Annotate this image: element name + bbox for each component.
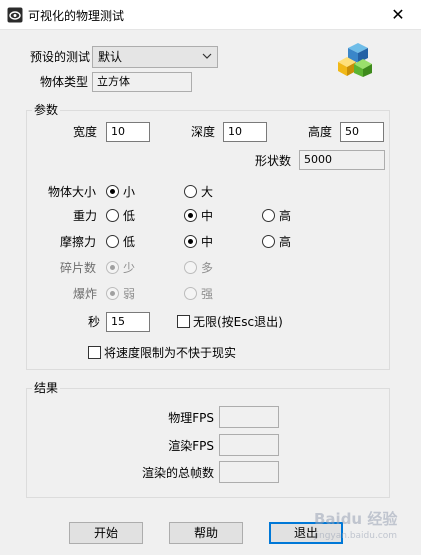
friction-low-radio[interactable]: 低 [106,235,135,251]
physics-fps-field [219,406,279,428]
object-size-label: 物体大小 [48,185,97,199]
results-group-title: 结果 [32,381,61,395]
fragments-few-label: 少 [123,261,136,275]
explosion-strong-label: 强 [201,287,214,301]
blocks-icon [338,43,372,77]
gravity-high-label: 高 [279,209,292,223]
title-bar: 可视化的物理测试 ✕ [0,0,421,30]
unlimited-label: 无限(按Esc退出) [193,315,283,329]
gravity-high-radio[interactable]: 高 [262,209,291,225]
seconds-input[interactable]: 15 [106,312,150,332]
chevron-down-icon [202,53,212,59]
app-icon [7,7,23,23]
friction-high-radio[interactable]: 高 [262,235,291,251]
explosion-weak-label: 弱 [123,287,136,301]
limit-speed-label: 将速度限制为不快于现实 [104,346,237,360]
gravity-label: 重力 [73,209,98,223]
fragments-many-radio: 多 [184,261,213,277]
friction-label: 摩擦力 [60,235,97,249]
height-label: 高度 [308,125,333,139]
fragments-label: 碎片数 [60,261,97,275]
object-type-label: 物体类型 [40,75,89,89]
friction-medium-radio[interactable]: 中 [184,235,213,251]
gravity-low-radio[interactable]: 低 [106,209,135,225]
limit-speed-checkbox[interactable]: 将速度限制为不快于现实 [88,346,236,362]
friction-medium-label: 中 [201,235,214,249]
window-title: 可视化的物理测试 [28,9,125,23]
total-frames-field [219,461,279,483]
explosion-label: 爆炸 [73,287,98,301]
friction-low-label: 低 [123,235,136,249]
fragments-many-label: 多 [201,261,214,275]
watermark-text: Baidu 经验 [314,510,398,528]
shape-count-label: 形状数 [255,154,292,168]
object-size-small-radio[interactable]: 小 [106,185,135,201]
seconds-label: 秒 [88,315,101,329]
gravity-medium-radio[interactable]: 中 [184,209,213,225]
start-button[interactable]: 开始 [69,522,143,544]
explosion-weak-radio: 弱 [106,287,135,303]
depth-label: 深度 [191,125,216,139]
gravity-medium-label: 中 [201,209,214,223]
fragments-few-radio: 少 [106,261,135,277]
total-frames-label: 渲染的总帧数 [141,466,214,480]
params-group-title: 参数 [32,103,61,117]
shape-count-field: 5000 [299,150,385,170]
render-fps-field [219,434,279,456]
preset-value: 默认 [98,50,123,64]
width-label: 宽度 [73,125,98,139]
render-fps-label: 渲染FPS [168,439,214,453]
width-input[interactable]: 10 [106,122,150,142]
preset-label: 预设的测试 [30,50,91,64]
object-size-large-radio[interactable]: 大 [184,185,213,201]
object-size-large-label: 大 [201,185,214,199]
friction-high-label: 高 [279,235,292,249]
object-size-small-label: 小 [123,185,136,199]
close-icon[interactable]: ✕ [375,0,421,30]
height-input[interactable]: 50 [340,122,384,142]
unlimited-checkbox[interactable]: 无限(按Esc退出) [177,315,283,331]
help-button[interactable]: 帮助 [169,522,243,544]
watermark-url: jingyan.baidu.com [313,531,397,541]
watermark-logo: Baidu 经验 jingyan.baidu.com [313,510,398,541]
preset-select[interactable]: 默认 [92,46,218,68]
depth-input[interactable]: 10 [223,122,267,142]
explosion-strong-radio: 强 [184,287,213,303]
object-type-field: 立方体 [92,72,192,92]
physics-fps-label: 物理FPS [168,411,214,425]
gravity-low-label: 低 [123,209,136,223]
